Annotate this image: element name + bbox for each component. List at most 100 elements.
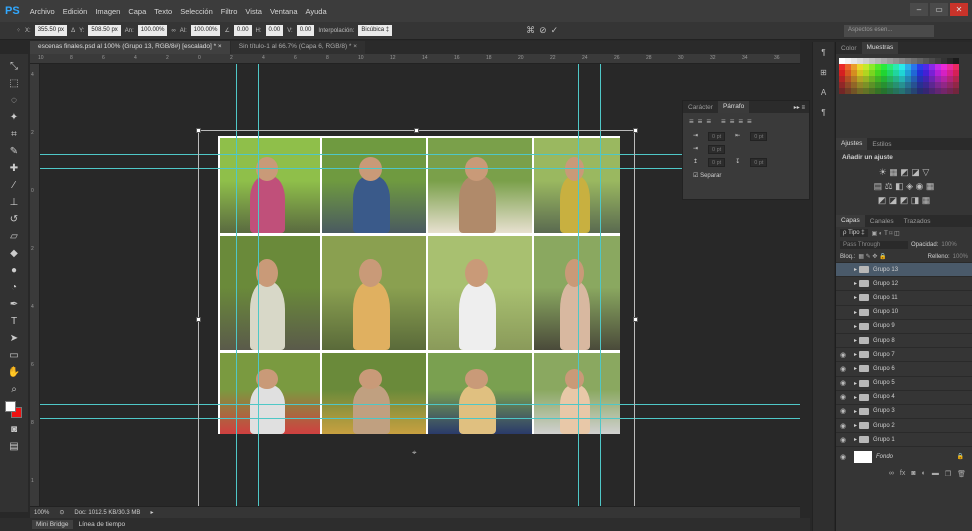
expand-arrow-icon[interactable]: ▸ — [854, 394, 857, 401]
indent-left-field[interactable]: 0 pt — [708, 132, 726, 141]
tab-canales[interactable]: Canales — [865, 218, 899, 225]
stamp-tool-icon[interactable]: ⊥ — [5, 196, 23, 210]
menu-edicion[interactable]: Edición — [59, 7, 92, 16]
properties-icon[interactable]: ⊞ — [816, 68, 832, 82]
hyphenate-checkbox[interactable]: ☑ — [693, 173, 698, 179]
menu-capa[interactable]: Capa — [124, 7, 150, 16]
expand-arrow-icon[interactable]: ▸ — [854, 309, 857, 316]
justify-all-icon[interactable]: ≡ — [747, 117, 752, 126]
tab-mini-bridge[interactable]: Mini Bridge — [32, 520, 73, 529]
indent-first-field[interactable]: 0 pt — [708, 145, 726, 154]
opacity-field[interactable]: 100% — [941, 242, 956, 248]
tab-estilos[interactable]: Estilos — [867, 141, 896, 148]
expand-arrow-icon[interactable]: ▸ — [854, 408, 857, 415]
menu-ventana[interactable]: Ventana — [266, 7, 302, 16]
align-right-icon[interactable]: ≡ — [706, 117, 711, 126]
eye-icon[interactable]: ◉ — [836, 453, 850, 461]
close-button[interactable]: ✕ — [950, 3, 968, 16]
delta-icon[interactable]: Δ — [71, 28, 75, 34]
color-swatch[interactable] — [953, 88, 959, 94]
tab-sin-titulo[interactable]: Sin título-1 al 66.7% (Capa 6, RGB/8) * … — [230, 41, 366, 54]
tab-parrafo[interactable]: Párrafo — [717, 101, 750, 113]
layer-row[interactable]: ▸ Grupo 13 — [836, 262, 972, 277]
tab-caracter[interactable]: Carácter — [683, 104, 718, 111]
blur-tool-icon[interactable]: ● — [5, 264, 23, 278]
expand-arrow-icon[interactable]: ▸ — [854, 294, 857, 301]
screen-mode-icon[interactable]: ▤ — [5, 440, 23, 454]
restore-button[interactable]: ▭ — [930, 3, 948, 16]
space-before-field[interactable]: 0 pt — [708, 158, 726, 167]
hskew-field[interactable]: 0.00 — [265, 25, 284, 36]
fx-icon[interactable]: fx — [900, 470, 905, 478]
eye-icon[interactable]: ◉ — [836, 365, 850, 373]
layer-row[interactable]: ◉ ▸ Grupo 4 — [836, 389, 972, 404]
share-icon[interactable]: ⊙ — [59, 509, 64, 516]
workspace-search[interactable]: Aspectos esen... — [844, 25, 934, 37]
transform-handle[interactable] — [414, 128, 419, 133]
justify-center-icon[interactable]: ≡ — [730, 117, 735, 126]
layer-fondo[interactable]: ◉ Fondo 🔒 — [836, 446, 972, 466]
tab-linea-de-tiempo[interactable]: Línea de tiempo — [79, 521, 126, 528]
angle-field[interactable]: 0.00 — [233, 25, 252, 36]
new-layer-icon[interactable]: ❐ — [945, 470, 951, 478]
lasso-tool-icon[interactable]: ◌ — [5, 94, 23, 108]
transform-handle[interactable] — [196, 317, 201, 322]
tab-muestras[interactable]: Muestras — [861, 42, 899, 54]
marquee-tool-icon[interactable]: ⬚ — [5, 77, 23, 91]
link-icon[interactable]: ∞ — [171, 28, 175, 34]
lock-icons[interactable]: ▦ ✎ ✥ 🔒 — [858, 253, 886, 260]
path-select-icon[interactable]: ➤ — [5, 332, 23, 346]
layer-row[interactable]: ◉ ▸ Grupo 5 — [836, 375, 972, 390]
mask-icon[interactable]: ◙ — [911, 470, 915, 478]
vskew-field[interactable]: 0.00 — [296, 25, 315, 36]
trash-icon[interactable]: 🗑 — [957, 470, 966, 478]
layer-row[interactable]: ◉ ▸ Grupo 7 — [836, 347, 972, 361]
layer-filter-select[interactable]: ρ Tipo ‡ — [840, 229, 868, 237]
transform-handle[interactable] — [633, 128, 638, 133]
menu-archivo[interactable]: Archivo — [26, 7, 59, 16]
justify-left-icon[interactable]: ≡ — [721, 117, 726, 126]
character-icon[interactable]: A — [816, 88, 832, 102]
align-left-icon[interactable]: ≡ — [689, 117, 694, 126]
layer-filter-icons[interactable]: ▣ ◐ T ⌑ ◫ — [872, 230, 900, 237]
adjustment-icons[interactable]: ☀ ▦ ◩ ◪ ▽ ▤ ⚖ ◧ ◈ ◉ ▦ ◩ ◪ ◩ ◨ ▦ — [836, 165, 972, 207]
y-field[interactable]: 508.50 px — [88, 25, 121, 36]
layer-row[interactable]: ▸ Grupo 9 — [836, 318, 972, 333]
color-swatches[interactable] — [4, 400, 24, 420]
pen-tool-icon[interactable]: ✒ — [5, 298, 23, 312]
expand-arrow-icon[interactable]: ▸ — [854, 422, 857, 429]
shape-tool-icon[interactable]: ▭ — [5, 349, 23, 363]
menu-seleccion[interactable]: Selección — [176, 7, 217, 16]
expand-arrow-icon[interactable]: ▸ — [854, 436, 857, 443]
zoom-level[interactable]: 100% — [34, 510, 49, 516]
align-center-icon[interactable]: ≡ — [698, 117, 703, 126]
tab-capas[interactable]: Capas — [836, 215, 865, 227]
eraser-tool-icon[interactable]: ▱ — [5, 230, 23, 244]
brush-tool-icon[interactable]: ∕ — [5, 179, 23, 193]
blend-mode-select[interactable]: Pass Through — [840, 241, 908, 249]
reference-point-icon[interactable]: ⁘ — [16, 27, 21, 34]
expand-arrow-icon[interactable]: ▸ — [854, 337, 857, 344]
warp-icon[interactable]: ⌘ — [526, 25, 535, 36]
layer-row[interactable]: ◉ ▸ Grupo 2 — [836, 418, 972, 432]
tab-escenas-finales[interactable]: escenas finales.psd al 100% (Grupo 13, R… — [30, 41, 230, 54]
eye-icon[interactable]: ◉ — [836, 379, 850, 387]
interpolation-select[interactable]: Bicúbica ‡ — [358, 25, 393, 36]
menu-ayuda[interactable]: Ayuda — [302, 7, 331, 16]
history-icon[interactable]: ¶ — [816, 48, 832, 62]
link-icon[interactable]: ∞ — [889, 470, 894, 478]
quick-mask-icon[interactable]: ◙ — [5, 423, 23, 437]
expand-arrow-icon[interactable]: ▸ — [854, 280, 857, 287]
tab-trazados[interactable]: Trazados — [899, 218, 936, 225]
expand-arrow-icon[interactable]: ▸ — [854, 380, 857, 387]
layer-row[interactable]: ▸ Grupo 12 — [836, 276, 972, 290]
menu-filtro[interactable]: Filtro — [217, 7, 242, 16]
type-tool-icon[interactable]: T — [5, 315, 23, 329]
magic-wand-icon[interactable]: ✦ — [5, 111, 23, 125]
indent-right-field[interactable]: 0 pt — [750, 132, 768, 141]
transform-handle[interactable] — [196, 128, 201, 133]
tab-ajustes[interactable]: Ajustes — [836, 138, 868, 150]
move-tool-icon[interactable]: ⤡ — [5, 60, 23, 74]
eye-icon[interactable]: ◉ — [836, 393, 850, 401]
healing-brush-icon[interactable]: ✚ — [5, 162, 23, 176]
